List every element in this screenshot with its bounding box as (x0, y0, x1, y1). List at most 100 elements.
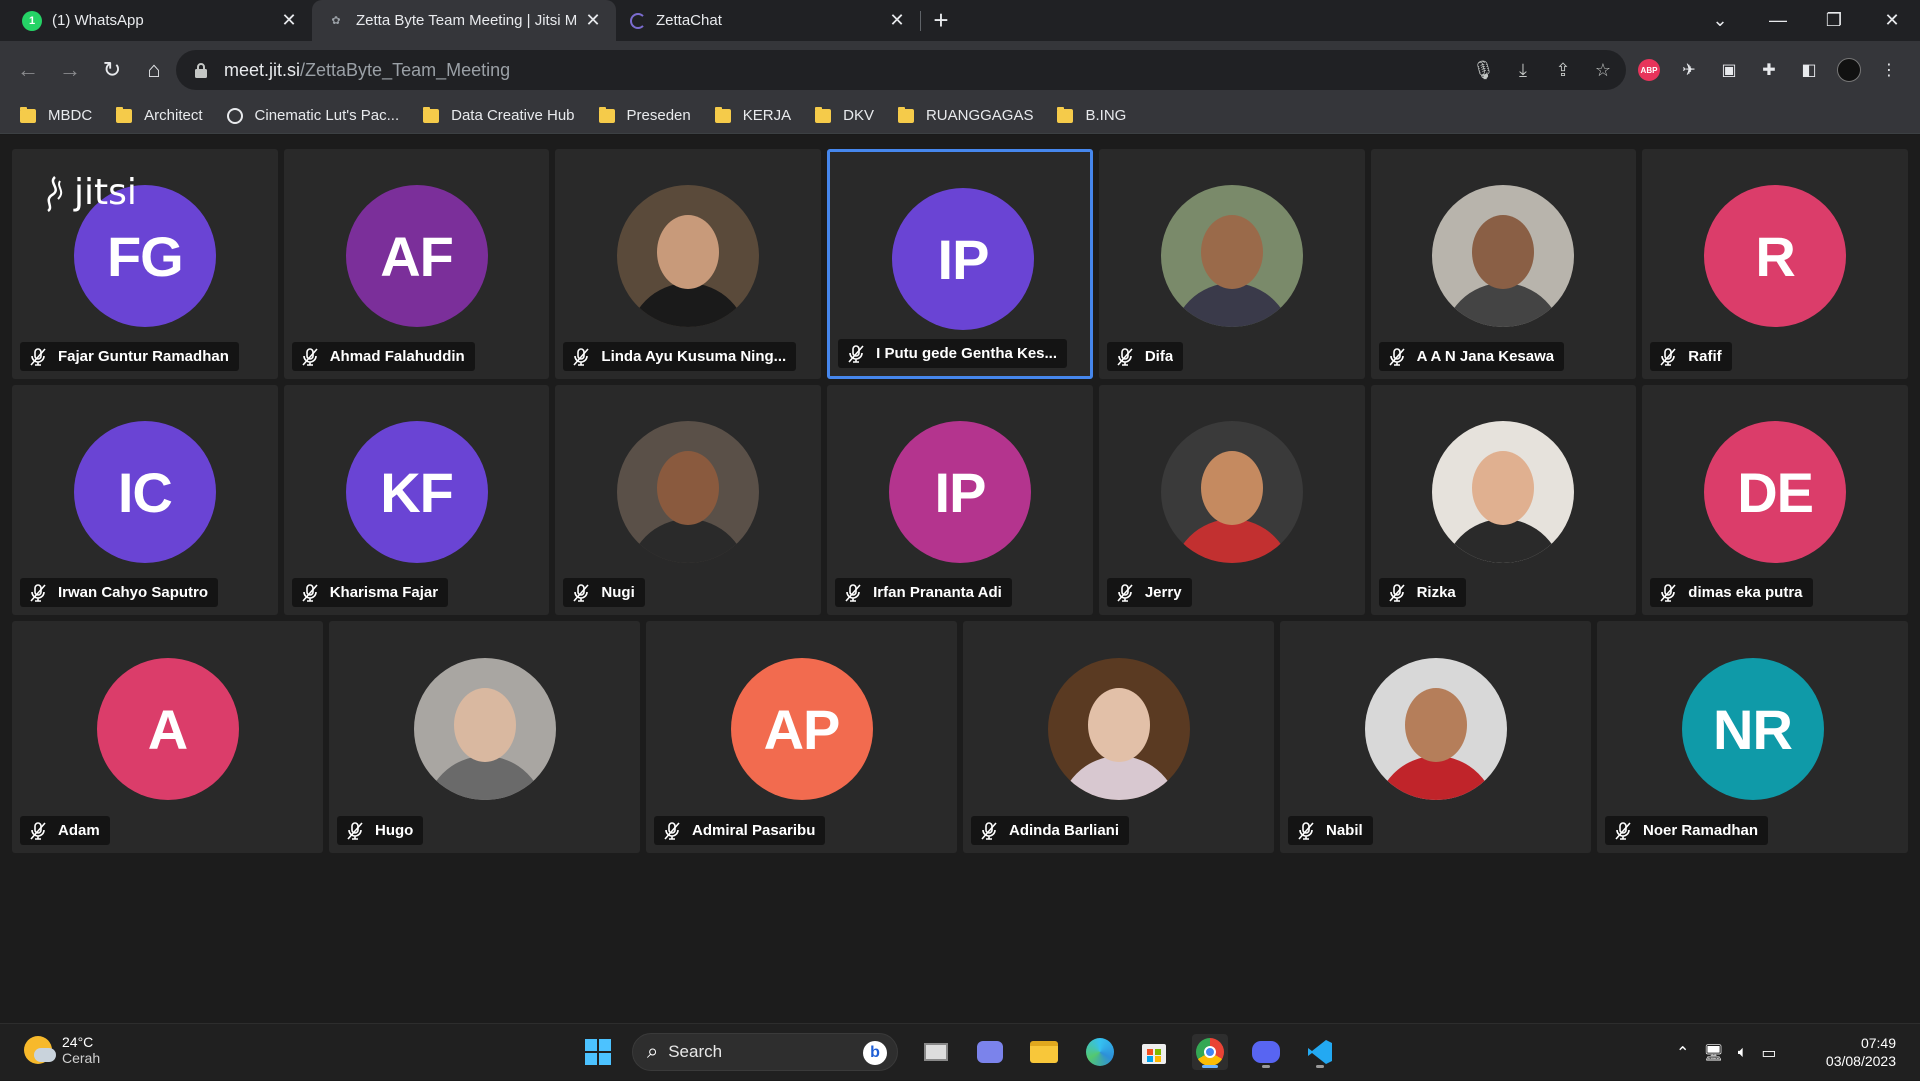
side-panel-icon[interactable]: ◧ (1796, 57, 1822, 83)
task-view-icon[interactable] (918, 1034, 954, 1070)
mic-muted-icon (30, 583, 46, 602)
battery-icon[interactable]: ▭ (1761, 1043, 1776, 1063)
home-button[interactable]: ⌂ (134, 50, 174, 90)
bookmark-item[interactable]: MBDC (20, 106, 92, 124)
participant-nameplate: I Putu gede Gentha Kes... (838, 339, 1068, 368)
bookmark-item[interactable]: Cinematic Lut's Pac... (226, 107, 399, 124)
participant-tile[interactable]: Adinda Barliani (963, 621, 1274, 853)
adblock-icon[interactable]: ABP (1636, 57, 1662, 83)
folder-icon (423, 106, 440, 123)
extension-icon[interactable]: ✈ (1676, 57, 1702, 83)
taskbar-search[interactable]: ⌕ Search b (632, 1033, 898, 1071)
participant-tile[interactable]: Nugi (555, 385, 822, 615)
back-button[interactable]: ← (8, 50, 48, 90)
file-explorer-icon[interactable] (1026, 1034, 1062, 1070)
minimize-button[interactable]: — (1750, 0, 1806, 41)
participant-tile[interactable]: IC Irwan Cahyo Saputro (12, 385, 278, 615)
maximize-button[interactable]: ❐ (1806, 0, 1862, 41)
network-icon[interactable]: 🖥︎ (1703, 1043, 1723, 1063)
participant-tile[interactable]: Linda Ayu Kusuma Ning... (555, 149, 822, 379)
participant-nameplate: Irfan Prananta Adi (835, 578, 1012, 607)
photo-figure-head (657, 215, 720, 289)
edge-icon[interactable] (1082, 1034, 1118, 1070)
new-tab-button[interactable]: + (921, 0, 961, 41)
participant-tile[interactable]: AP Admiral Pasaribu (646, 621, 957, 853)
avatar-initials: R (1755, 224, 1795, 288)
microphone-icon[interactable]: 🎙︎ (1472, 60, 1495, 81)
chrome-icon[interactable] (1192, 1034, 1228, 1070)
forward-button[interactable]: → (50, 50, 90, 90)
bookmark-item[interactable]: B.ING (1057, 106, 1126, 124)
participant-tile[interactable]: R Rafif (1642, 149, 1908, 379)
participant-tile[interactable]: A Adam (12, 621, 323, 853)
participant-avatar: KF (345, 421, 488, 563)
volume-icon[interactable]: 🔈︎ (1738, 1044, 1748, 1062)
mic-muted-icon (848, 344, 864, 363)
participant-tile[interactable]: NR Noer Ramadhan (1597, 621, 1908, 853)
participant-nameplate: Hugo (337, 816, 424, 845)
bookmark-item[interactable]: Preseden (598, 106, 691, 124)
avatar-initials: DE (1737, 460, 1814, 524)
participant-tile[interactable]: Jerry (1098, 385, 1365, 615)
tab-zettachat[interactable]: ZettaChat ✕ (616, 0, 920, 41)
start-button[interactable] (580, 1034, 616, 1070)
participant-name: Difa (1144, 348, 1174, 365)
participant-tile[interactable]: Hugo (329, 621, 640, 853)
globe-icon (226, 107, 243, 124)
install-app-icon[interactable]: ⤓ (1512, 60, 1534, 81)
reload-button[interactable]: ↻ (92, 50, 132, 90)
tab-jitsi[interactable]: ✿ Zetta Byte Team Meeting | Jitsi M ✕ (312, 0, 616, 41)
participant-photo (1160, 185, 1303, 327)
participant-nameplate: Difa (1106, 342, 1184, 371)
close-icon[interactable]: ✕ (888, 10, 906, 31)
bookmark-item[interactable]: DKV (815, 106, 874, 124)
participant-name: Nabil (1326, 822, 1363, 839)
close-icon[interactable]: ✕ (280, 10, 298, 31)
participant-tile[interactable]: IP I Putu gede Gentha Kes... (827, 149, 1093, 379)
participant-name: Noer Ramadhan (1643, 822, 1759, 839)
teams-chat-icon[interactable] (972, 1034, 1008, 1070)
photo-figure-head (1200, 215, 1263, 289)
close-icon[interactable]: ✕ (584, 10, 602, 31)
participant-tile[interactable]: DE dimas eka putra (1642, 385, 1908, 615)
star-icon[interactable]: ☆ (1592, 60, 1614, 81)
participant-tile[interactable]: Difa (1098, 149, 1365, 379)
participant-name: I Putu gede Gentha Kes... (876, 345, 1058, 362)
photo-figure-body (1058, 756, 1179, 800)
share-icon[interactable]: ⇪ (1552, 60, 1574, 81)
participant-nameplate: Noer Ramadhan (1605, 816, 1769, 845)
participant-photo (1047, 658, 1190, 800)
bookmark-item[interactable]: Data Creative Hub (423, 106, 575, 124)
close-window-button[interactable]: ✕ (1864, 0, 1920, 41)
microsoft-store-icon[interactable] (1136, 1034, 1172, 1070)
vscode-icon[interactable] (1302, 1034, 1338, 1070)
folder-icon (116, 106, 133, 123)
participant-tile[interactable]: Rizka (1370, 385, 1637, 615)
menu-icon[interactable]: ⋮ (1876, 57, 1902, 83)
clock[interactable]: 07:49 03/08/2023 (1826, 1034, 1896, 1070)
participant-tile[interactable]: AF Ahmad Falahuddin (283, 149, 550, 379)
picture-in-picture-icon[interactable]: ▣ (1716, 57, 1742, 83)
bookmark-item[interactable]: RUANGGAGAS (897, 106, 1033, 124)
puzzle-icon[interactable]: ✚ (1756, 57, 1782, 83)
discord-icon[interactable] (1248, 1034, 1284, 1070)
bing-icon[interactable]: b (863, 1041, 887, 1065)
participant-photo (1160, 421, 1303, 563)
participant-nameplate: Rizka (1378, 578, 1466, 607)
profile-avatar[interactable] (1836, 57, 1862, 83)
participant-tile[interactable]: IP Irfan Prananta Adi (827, 385, 1093, 615)
address-bar[interactable]: meet.jit.si/ZettaByte_Team_Meeting 🎙︎ ⤓ … (176, 50, 1626, 90)
participant-nameplate: Nugi (563, 578, 645, 607)
participant-tile[interactable]: KF Kharisma Fajar (283, 385, 550, 615)
url-text: meet.jit.si/ZettaByte_Team_Meeting (224, 60, 510, 81)
participant-tile[interactable]: Nabil (1280, 621, 1591, 853)
participant-tile[interactable]: A A N Jana Kesawa (1370, 149, 1637, 379)
tab-search-icon[interactable]: ⌄ (1692, 0, 1748, 41)
bookmark-item[interactable]: Architect (116, 106, 203, 124)
chevron-up-icon[interactable]: ⌃ (1676, 1043, 1689, 1063)
weather-widget[interactable]: 24°C Cerah (24, 1034, 100, 1066)
bookmark-item[interactable]: KERJA (714, 106, 791, 124)
tab-whatsapp[interactable]: 1 (1) WhatsApp ✕ (8, 0, 312, 41)
jitsi-logo-icon (47, 175, 63, 212)
photo-figure-body (1171, 519, 1292, 563)
